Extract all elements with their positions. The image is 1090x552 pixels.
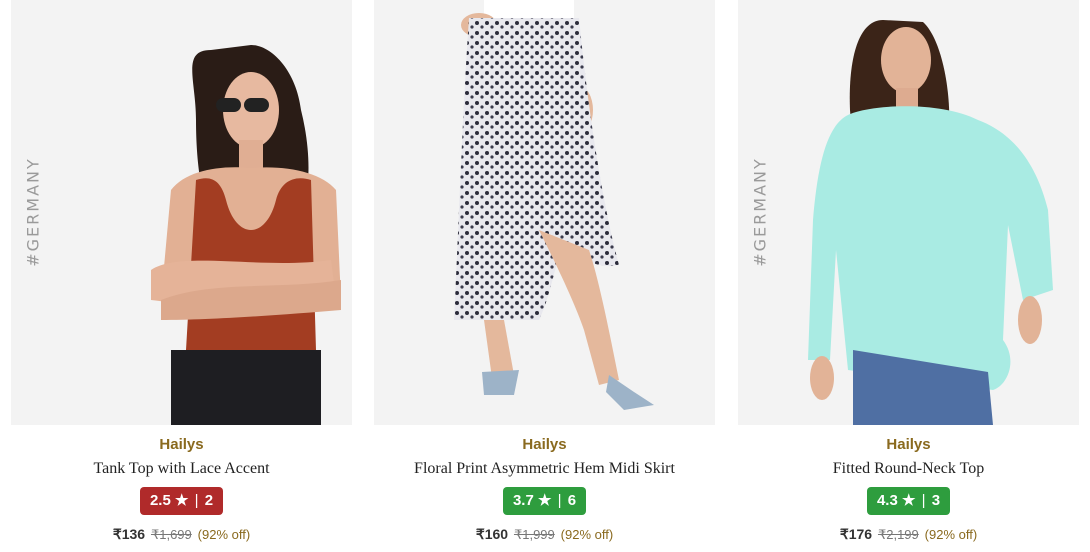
product-name[interactable]: Tank Top with Lace Accent — [11, 460, 352, 478]
sale-price: ₹136 — [112, 526, 146, 542]
price-row: ₹176 ₹2,199 (92% off) — [738, 526, 1079, 543]
rating-count: 3 — [931, 492, 941, 509]
rating-count: 2 — [204, 492, 214, 509]
rating-separator: | — [194, 492, 199, 509]
product-brand: Hailys — [886, 436, 931, 453]
original-price: ₹1,699 — [150, 527, 192, 542]
rating-count: 6 — [567, 492, 577, 509]
product-card[interactable]: Hailys Floral Print Asymmetric Hem Midi … — [374, 0, 715, 552]
product-name[interactable]: Floral Print Asymmetric Hem Midi Skirt — [374, 460, 715, 478]
rating-container: 3.7 ★ | 6 — [374, 487, 715, 515]
germany-badge: #GERMANY — [750, 157, 770, 267]
product-grid: #GERMANY Hailys Tank Top with Lace Accen… — [11, 0, 1079, 552]
product-brand: Hailys — [522, 436, 567, 453]
price-row: ₹136 ₹1,699 (92% off) — [11, 526, 352, 543]
rating-badge: 4.3 ★ | 3 — [866, 487, 951, 515]
product-brand: Hailys — [159, 436, 204, 453]
product-name[interactable]: Fitted Round-Neck Top — [738, 460, 1079, 478]
rating-separator: | — [921, 492, 926, 509]
product-image[interactable]: #GERMANY — [738, 0, 1079, 425]
rating-badge: 3.7 ★ | 6 — [502, 487, 587, 515]
sale-price: ₹160 — [475, 526, 509, 542]
product-image[interactable] — [374, 0, 715, 425]
star-icon: ★ — [174, 492, 189, 509]
star-icon: ★ — [537, 492, 552, 509]
price-row: ₹160 ₹1,999 (92% off) — [374, 526, 715, 543]
product-image[interactable]: #GERMANY — [11, 0, 352, 425]
discount: (92% off) — [560, 527, 614, 542]
rating-container: 4.3 ★ | 3 — [738, 487, 1079, 515]
rating-separator: | — [557, 492, 562, 509]
model-midi-skirt-image — [374, 0, 715, 425]
original-price: ₹1,999 — [513, 527, 555, 542]
germany-badge: #GERMANY — [23, 157, 43, 267]
rating-badge: 2.5 ★ | 2 — [139, 487, 224, 515]
product-card[interactable]: #GERMANY Hailys Tank Top with Lace Accen… — [11, 0, 352, 552]
rating-value: 4.3 — [876, 492, 898, 509]
product-card[interactable]: #GERMANY Hailys Fitted Round-Neck Top 4.… — [738, 0, 1079, 552]
sale-price: ₹176 — [839, 526, 873, 542]
rating-value: 3.7 — [512, 492, 534, 509]
rating-container: 2.5 ★ | 2 — [11, 487, 352, 515]
discount: (92% off) — [924, 527, 978, 542]
discount: (92% off) — [197, 527, 251, 542]
original-price: ₹2,199 — [877, 527, 919, 542]
rating-value: 2.5 — [149, 492, 171, 509]
model-round-neck-top-image — [738, 0, 1079, 425]
star-icon: ★ — [901, 492, 916, 509]
model-tank-top-image — [11, 0, 352, 425]
